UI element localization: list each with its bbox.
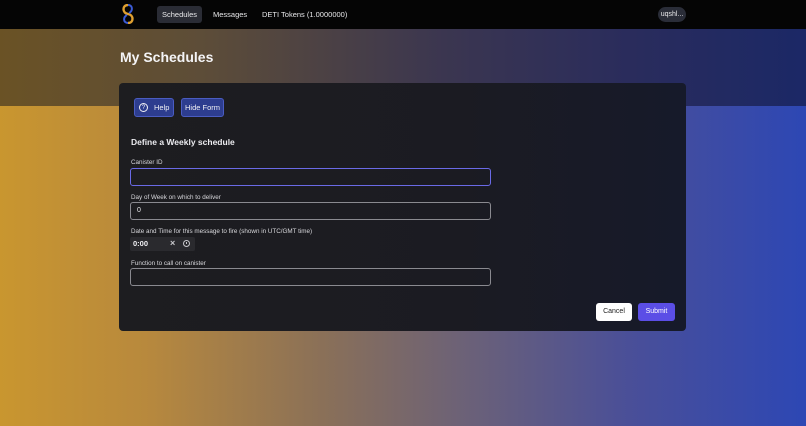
page-title: My Schedules	[120, 49, 214, 65]
cancel-button[interactable]: Cancel	[596, 303, 632, 321]
form-section-title: Define a Weekly schedule	[131, 137, 235, 147]
function-input[interactable]	[130, 268, 491, 286]
clock-icon[interactable]	[183, 240, 190, 247]
day-of-week-input[interactable]: 0	[130, 202, 491, 220]
clear-icon[interactable]: ×	[170, 238, 175, 248]
canister-id-label: Canister ID	[131, 159, 163, 166]
hide-form-button[interactable]: Hide Form	[181, 98, 224, 117]
day-of-week-label: Day of Week on which to deliver	[131, 194, 221, 201]
top-navbar: Schedules Messages DETI Tokens (1.000000…	[0, 0, 806, 29]
submit-button[interactable]: Submit	[638, 303, 675, 321]
help-button[interactable]: ? Help	[134, 98, 174, 117]
time-value: 0:00	[133, 239, 149, 248]
help-icon: ?	[139, 103, 148, 112]
app-logo[interactable]	[121, 4, 135, 24]
user-account-button[interactable]: uqshl...	[658, 7, 686, 22]
time-picker-input[interactable]: 0:00 ×	[130, 237, 195, 251]
function-label: Function to call on canister	[131, 260, 206, 267]
nav-schedules[interactable]: Schedules	[157, 6, 203, 23]
help-button-label: Help	[154, 103, 170, 112]
canister-id-input[interactable]	[130, 168, 491, 186]
datetime-label: Date and Time for this message to fire (…	[131, 228, 313, 235]
nav-messages[interactable]: Messages	[208, 6, 252, 23]
nav-deti-tokens[interactable]: DETI Tokens (1.0000000)	[257, 6, 352, 23]
